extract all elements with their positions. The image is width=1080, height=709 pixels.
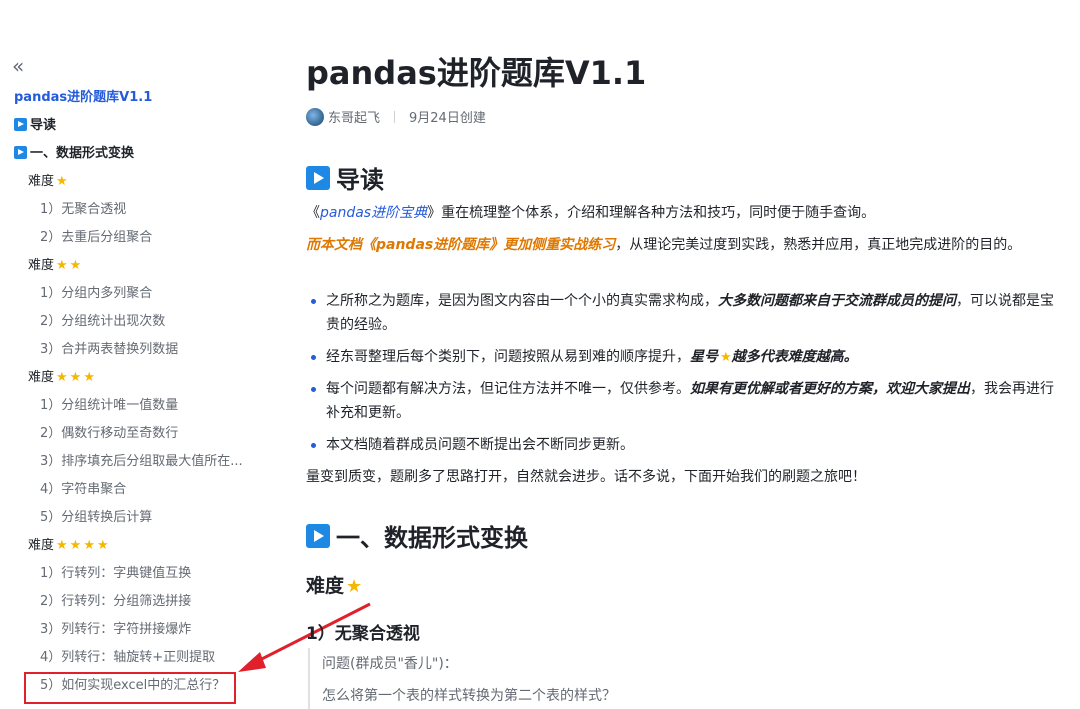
bold-text: 越多代表难度越高。 — [731, 349, 858, 365]
star-icon: ★ — [720, 350, 732, 365]
play-square-icon — [14, 118, 27, 131]
heading-difficulty: 难度 ★ — [306, 571, 362, 598]
star-icon: ★ — [83, 370, 95, 385]
toc-item-level-3[interactable]: 难度 ★ ★ ★ — [0, 364, 280, 392]
text: ，从理论完美过度到实践，熟悉并应用，真正地完成进阶的目的。 — [615, 237, 1022, 253]
toc-item-question[interactable]: 3）排序填充后分组取最大值所在... — [0, 448, 280, 476]
toc-item-section1[interactable]: 一、数据形式变换 — [0, 140, 280, 168]
star-icon: ★ — [96, 538, 109, 553]
toc-item-label: 难度 — [28, 174, 55, 189]
page-root: « pandas进阶题库V1.1 导读 一、数据形式变换 难度 ★ 1）无聚合透视… — [0, 0, 1080, 709]
toc-item-question[interactable]: 3）合并两表替换列数据 — [0, 336, 280, 364]
bullet-item: 之所称之为题库，是因为图文内容由一个个小的真实需求构成，大多数问题都来自于交流群… — [306, 289, 1064, 337]
toc-item-label: 难度 — [28, 370, 55, 385]
heading-section1: 一、数据形式变换 — [306, 518, 528, 553]
star-icon: ★ — [56, 258, 68, 273]
highlight-text: 而本文档《pandas进阶题库》更加侧重实战练习 — [306, 237, 616, 253]
toc-item-level-1[interactable]: 难度 ★ — [0, 168, 280, 196]
toc-item-question[interactable]: 1）分组统计唯一值数量 — [0, 392, 280, 420]
text: 》重在梳理整个体系，介绍和理解各种方法和技巧，同时便于随手查询。 — [427, 205, 876, 221]
toc-item-question[interactable]: 4）字符串聚合 — [0, 476, 280, 504]
star-icon: ★ — [69, 258, 82, 273]
created-date: 9月24日创建 — [409, 111, 486, 126]
star-icon: ★ — [56, 174, 68, 189]
toc-item-document-title[interactable]: pandas进阶题库V1.1 — [0, 84, 280, 112]
bullet-item: 本文档随着群成员问题不断提出会不断同步更新。 — [306, 433, 1064, 457]
toc-item-level-2[interactable]: 难度 ★ ★ — [0, 252, 280, 280]
annotation-highlight-box — [24, 672, 236, 704]
paragraph-focus: 而本文档《pandas进阶题库》更加侧重实战练习，从理论完美过度到实践，熟悉并应… — [306, 233, 1064, 257]
star-icon: ★ — [83, 538, 95, 553]
toc-item-question[interactable]: 2）分组统计出现次数 — [0, 308, 280, 336]
toc-item-level-4[interactable]: 难度 ★ ★ ★ ★ — [0, 532, 280, 560]
quote-line: 问题(群成员"香儿")： — [322, 656, 458, 672]
text: 每个问题都有解决方法，但记住方法并不唯一，仅供参考。 — [326, 381, 690, 397]
toc-item-question[interactable]: 1）分组内多列聚合 — [0, 280, 280, 308]
toc-item-question[interactable]: 2）偶数行移动至奇数行 — [0, 420, 280, 448]
play-square-icon — [14, 146, 27, 159]
pandas-guide-link[interactable]: pandas进阶宝典 — [320, 205, 427, 221]
paragraph-closing: 量变到质变，题刷多了思路打开，自然就会进步。话不多说，下面开始我们的刷题之旅吧！ — [306, 469, 866, 485]
play-square-icon — [306, 165, 330, 190]
text: 《 — [306, 205, 320, 221]
toc-item-question[interactable]: 1）无聚合透视 — [0, 196, 280, 224]
toc-item-question[interactable]: 1）行转列：字典键值互换 — [0, 560, 280, 588]
star-icon: ★ — [56, 370, 68, 385]
bold-text: 如果有更优解或者更好的方案，欢迎大家提出 — [690, 381, 970, 397]
toc-item-question[interactable]: 2）去重后分组聚合 — [0, 224, 280, 252]
text: 本文档随着群成员问题不断提出会不断同步更新。 — [326, 437, 634, 453]
heading-section1-text: 一、数据形式变换 — [336, 524, 528, 552]
double-chevron-left-icon: « — [12, 54, 25, 78]
quote-line: 怎么将第一个表的样式转换为第二个表的样式？ — [322, 688, 616, 704]
paragraph-intro: 《pandas进阶宝典》重在梳理整个体系，介绍和理解各种方法和技巧，同时便于随手… — [306, 201, 1064, 225]
toc-item-label: 一、数据形式变换 — [30, 146, 135, 161]
quote-block: 问题(群成员"香儿")： 怎么将第一个表的样式转换为第二个表的样式？ — [308, 648, 1062, 709]
bold-text: 星号 — [690, 349, 718, 365]
toc-item-question[interactable]: 5）分组转换后计算 — [0, 504, 280, 532]
toc-item-intro[interactable]: 导读 — [0, 112, 280, 140]
heading-intro: 导读 — [306, 160, 384, 195]
text: 经东哥整理后每个类别下，问题按照从易到难的顺序提升， — [326, 349, 690, 365]
star-icon: ★ — [56, 538, 68, 553]
star-icon: ★ — [69, 538, 82, 553]
toc-item-label: 导读 — [30, 118, 57, 133]
author-name[interactable]: 东哥起飞 — [328, 107, 380, 126]
heading-difficulty-text: 难度 — [306, 575, 345, 597]
heading-question-1: 1）无聚合透视 — [306, 624, 420, 644]
collapse-toc-button[interactable]: « — [12, 54, 24, 78]
heading-intro-text: 导读 — [336, 166, 384, 194]
toc-item-label: 难度 — [28, 538, 55, 553]
bullet-item: 经东哥整理后每个类别下，问题按照从易到难的顺序提升，星号 ★越多代表难度越高。 — [306, 345, 1064, 370]
play-square-icon — [306, 523, 330, 548]
star-icon: ★ — [69, 370, 82, 385]
toc-item-label: 难度 — [28, 258, 55, 273]
document-meta: 东哥起飞 9月24日创建 — [306, 107, 486, 126]
star-icon: ★ — [346, 576, 363, 597]
text: 之所称之为题库，是因为图文内容由一个个小的真实需求构成， — [326, 293, 718, 309]
avatar[interactable] — [306, 107, 324, 126]
meta-divider — [394, 110, 396, 123]
bullet-item: 每个问题都有解决方法，但记住方法并不唯一，仅供参考。如果有更优解或者更好的方案，… — [306, 377, 1064, 425]
bold-text: 大多数问题都来自于交流群成员的提问 — [718, 293, 956, 309]
page-title: pandas进阶题库V1.1 — [306, 54, 647, 92]
